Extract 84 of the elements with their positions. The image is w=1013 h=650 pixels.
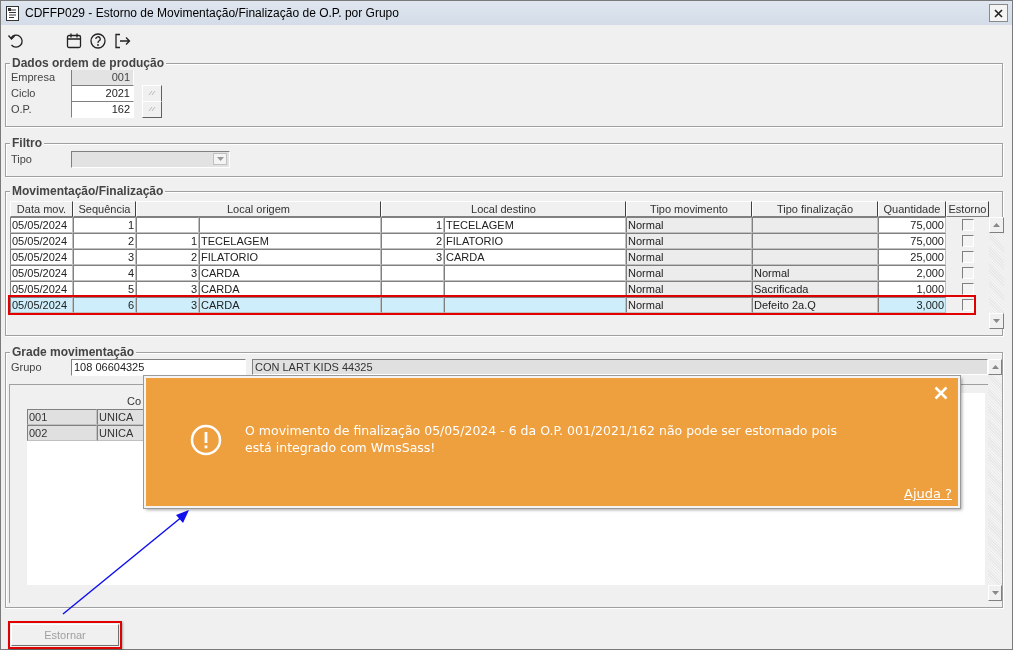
table-cell: 3 xyxy=(381,249,444,265)
text-field[interactable]: 108 06604325 xyxy=(71,358,246,376)
table-cell: 2 xyxy=(381,233,444,249)
table-cell: 002 xyxy=(27,425,97,441)
checkbox[interactable] xyxy=(961,219,974,231)
field-label: Grupo xyxy=(11,361,43,373)
table-cell: FILATORIO xyxy=(444,233,626,249)
scrollbar[interactable] xyxy=(989,217,1004,329)
table-cell: 05/05/2024 xyxy=(10,249,73,265)
table-cell: CARDA xyxy=(199,297,381,313)
field-label: Empresa xyxy=(11,71,57,83)
lookup-button[interactable] xyxy=(142,84,162,102)
close-icon[interactable] xyxy=(934,386,948,400)
table-cell: 25,000 xyxy=(878,249,946,265)
caret-up-icon[interactable] xyxy=(993,223,1000,227)
close-icon xyxy=(994,8,1003,18)
table-cell: 05/05/2024 xyxy=(10,217,73,233)
column-header[interactable]: Estorno xyxy=(946,201,989,217)
close-button[interactable] xyxy=(989,4,1008,22)
table-cell: 1 xyxy=(381,217,444,233)
table-cell: 3,000 xyxy=(878,297,946,313)
table-cell: 4 xyxy=(73,265,136,281)
table-cell: Defeito 2a.Q xyxy=(752,297,878,313)
scrollbar[interactable] xyxy=(988,359,1002,601)
table-cell: Normal xyxy=(626,233,752,249)
caret-up-icon[interactable] xyxy=(991,365,999,369)
description-field: CON LART KIDS 44325 xyxy=(252,359,988,375)
checkbox[interactable] xyxy=(961,235,974,247)
field-label: Tipo xyxy=(11,153,33,165)
table-cell: 3 xyxy=(136,297,199,313)
table-cell: 2 xyxy=(136,249,199,265)
table-cell: 1 xyxy=(136,233,199,249)
group-title: Dados ordem de produção xyxy=(10,56,167,70)
checkbox[interactable] xyxy=(961,267,974,279)
column-header[interactable]: Tipo finalização xyxy=(752,201,878,217)
column-header[interactable]: Quantidade xyxy=(878,201,946,217)
table-cell: 2 xyxy=(73,233,136,249)
caret-icon xyxy=(216,157,224,161)
table-cell: 2,000 xyxy=(878,265,946,281)
group-title: Grade movimentação xyxy=(10,345,137,359)
ellipsis-icon xyxy=(148,106,156,112)
table-cell: CARDA xyxy=(444,249,626,265)
table-cell: Normal xyxy=(752,265,878,281)
column-header[interactable]: Sequência xyxy=(73,201,136,217)
window-title: CDFFP029 - Estorno de Movimentação/Finalização de O.P. por Grupo xyxy=(25,6,400,20)
checkbox[interactable] xyxy=(961,299,974,311)
table-cell: Normal xyxy=(626,249,752,265)
group-title: Movimentação/Finalização xyxy=(10,184,166,198)
checkbox[interactable] xyxy=(961,283,974,295)
table-cell: 6 xyxy=(73,297,136,313)
table-cell: 05/05/2024 xyxy=(10,233,73,249)
column-header[interactable]: Local origem xyxy=(136,201,381,217)
table-cell: 05/05/2024 xyxy=(10,297,73,313)
table-cell: FILATORIO xyxy=(199,249,381,265)
document-icon xyxy=(6,5,19,21)
ellipsis-icon xyxy=(148,90,156,96)
column-header[interactable]: Data mov. xyxy=(10,201,73,217)
table-cell: 001 xyxy=(27,409,97,425)
table-cell: TECELAGEM xyxy=(199,233,381,249)
table-cell: Normal xyxy=(626,297,752,313)
table-cell: Normal xyxy=(626,265,752,281)
table-cell: 05/05/2024 xyxy=(10,265,73,281)
table-cell: 75,000 xyxy=(878,233,946,249)
column-header[interactable]: Tipo movimento xyxy=(626,201,752,217)
table-cell: 3 xyxy=(73,249,136,265)
exit-icon[interactable] xyxy=(113,32,131,50)
error-message: O movimento de finalização 05/05/2024 - 6 da O.P. 001/2021/162 não pode ser estornado pois está integrado com WmsSass! xyxy=(245,422,839,456)
checkbox[interactable] xyxy=(961,251,974,263)
calendar-icon[interactable] xyxy=(65,32,83,50)
table-cell: 1 xyxy=(73,217,136,233)
column-header[interactable]: Local destino xyxy=(381,201,626,217)
caret-down-icon[interactable] xyxy=(991,591,999,595)
warning-icon xyxy=(190,424,222,456)
table-cell: Normal xyxy=(626,217,752,233)
field-label: O.P. xyxy=(11,103,33,115)
table-cell: TECELAGEM xyxy=(444,217,626,233)
table-cell: 3 xyxy=(136,265,199,281)
undo-icon[interactable] xyxy=(7,32,25,50)
field-label: Ciclo xyxy=(11,87,37,99)
group-title: Filtro xyxy=(10,136,44,150)
table-cell: CARDA xyxy=(199,265,381,281)
caret-down-icon[interactable] xyxy=(993,319,1000,323)
help-icon[interactable] xyxy=(89,32,107,50)
table-cell: 75,000 xyxy=(878,217,946,233)
